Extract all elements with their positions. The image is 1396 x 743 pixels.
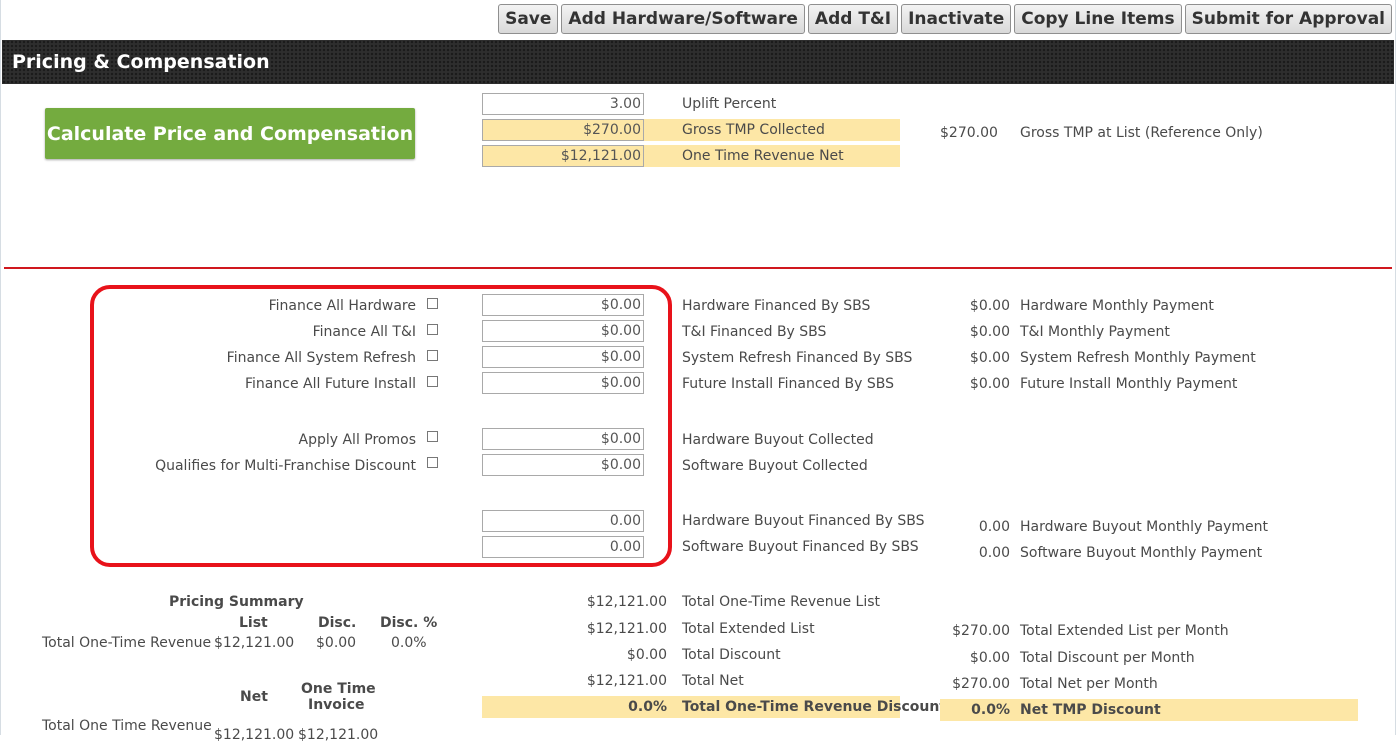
hardware-buyout-collected-input[interactable]: $0.00 [482,428,644,450]
apply-all-promos-label: Apply All Promos [298,432,417,448]
net-tmp-discount-label: Net TMP Discount [1020,702,1161,718]
software-buyout-collected-input[interactable]: $0.00 [482,454,644,476]
total-extended-list-label: Total Extended List [682,621,815,637]
uplift-percent-label: Uplift Percent [682,96,777,112]
summary-row-disc-pct: 0.0% [391,635,427,651]
finance-all-ti-label: Finance All T&I [312,324,416,340]
net-tmp-discount-value: 0.0% [971,702,1010,718]
refresh-monthly-label: System Refresh Monthly Payment [1020,350,1256,366]
ti-financed-input[interactable]: $0.00 [482,320,644,342]
summary-col-disc-pct: Disc. % [380,615,438,631]
finance-all-ti-checkbox[interactable] [427,324,438,335]
gross-tmp-collected-input[interactable]: $270.00 [482,119,644,141]
summary-row2-invoice: $12,121.00 [298,727,379,743]
apply-all-promos-checkbox[interactable] [427,431,438,442]
section-header: Pricing & Compensation [2,40,1394,84]
summary-row-disc: $0.00 [316,635,357,651]
add-hardware-software-button[interactable]: Add Hardware/Software [561,4,805,34]
hardware-financed-label: Hardware Financed By SBS [682,298,871,314]
summary-row2-label: Total One Time Revenue [42,718,212,734]
total-discount-label: Total Discount [682,647,781,663]
hardware-buyout-monthly-value: 0.00 [978,519,1010,535]
calculate-price-button[interactable]: Calculate Price and Compensation [45,108,415,159]
future-financed-input[interactable]: $0.00 [482,372,644,394]
finance-all-future-label: Finance All Future Install [245,376,416,392]
summary-col-disc: Disc. [318,615,357,631]
software-buyout-monthly-value: 0.00 [978,545,1010,561]
hardware-financed-input[interactable]: $0.00 [482,294,644,316]
submit-for-approval-button[interactable]: Submit for Approval [1184,4,1392,34]
inactivate-button[interactable]: Inactivate [901,4,1012,34]
total-extended-list-value: $12,121.00 [586,621,667,637]
multi-franchise-label: Qualifies for Multi-Franchise Discount [155,458,416,474]
gross-tmp-list-value: $270.00 [940,125,998,141]
hardware-buyout-financed-input[interactable]: 0.00 [482,510,644,532]
total-disc-month-label: Total Discount per Month [1020,650,1195,666]
summary-row2-net: $12,121.00 [214,727,295,743]
finance-all-refresh-label: Finance All System Refresh [226,350,416,366]
hardware-buyout-collected-label: Hardware Buyout Collected [682,432,874,448]
one-time-revenue-net-label: One Time Revenue Net [682,148,844,164]
toolbar: Save Add Hardware/Software Add T&I Inact… [498,4,1392,36]
copy-line-items-button[interactable]: Copy Line Items [1014,4,1182,34]
total-net-month-label: Total Net per Month [1020,676,1158,692]
total-otr-discount-value: 0.0% [628,699,667,715]
total-otr-discount-label: Total One-Time Revenue Discount [682,699,947,715]
total-net-label: Total Net [682,673,744,689]
finance-all-refresh-checkbox[interactable] [427,350,438,361]
software-buyout-collected-label: Software Buyout Collected [682,458,868,474]
ti-monthly-label: T&I Monthly Payment [1020,324,1170,340]
section-divider [4,267,1392,269]
ti-financed-label: T&I Financed By SBS [682,324,827,340]
finance-all-future-checkbox[interactable] [427,376,438,387]
total-discount-value: $0.00 [626,647,667,663]
total-disc-month-value: $0.00 [969,650,1010,666]
ti-monthly-value: $0.00 [969,324,1010,340]
hardware-buyout-financed-label: Hardware Buyout Financed By SBS [682,513,925,529]
summary-col-list: List [239,615,268,631]
one-time-revenue-net-input[interactable]: $12,121.00 [482,145,644,167]
save-button[interactable]: Save [498,4,559,34]
finance-all-hardware-label: Finance All Hardware [268,298,416,314]
frame-left-border [0,0,1,735]
add-ti-button[interactable]: Add T&I [807,4,899,34]
summary-col-net: Net [240,689,268,705]
software-buyout-financed-input[interactable]: 0.00 [482,536,644,558]
summary-col-invoice-line2: Invoice [308,697,365,713]
software-buyout-financed-label: Software Buyout Financed By SBS [682,539,919,555]
gross-tmp-collected-label: Gross TMP Collected [682,122,825,138]
total-net-month-value: $270.00 [952,676,1010,692]
total-otr-list-value: $12,121.00 [586,594,667,610]
refresh-financed-label: System Refresh Financed By SBS [682,350,913,366]
refresh-monthly-value: $0.00 [969,350,1010,366]
summary-row-label: Total One-Time Revenue [42,635,212,651]
total-net-value: $12,121.00 [586,673,667,689]
gross-tmp-list-label: Gross TMP at List (Reference Only) [1020,125,1263,141]
finance-all-hardware-checkbox[interactable] [427,298,438,309]
total-ext-month-label: Total Extended List per Month [1020,623,1229,639]
hardware-buyout-monthly-label: Hardware Buyout Monthly Payment [1020,519,1268,535]
refresh-financed-input[interactable]: $0.00 [482,346,644,368]
summary-row-list: $12,121.00 [214,635,295,651]
summary-col-invoice-line1: One Time [301,681,376,697]
multi-franchise-checkbox[interactable] [427,457,438,468]
total-otr-list-label: Total One-Time Revenue List [682,594,881,610]
hardware-monthly-value: $0.00 [969,298,1010,314]
future-monthly-value: $0.00 [969,376,1010,392]
future-financed-label: Future Install Financed By SBS [682,376,894,392]
pricing-summary-title: Pricing Summary [169,594,304,610]
total-ext-month-value: $270.00 [952,623,1010,639]
software-buyout-monthly-label: Software Buyout Monthly Payment [1020,545,1263,561]
section-title: Pricing & Compensation [12,51,270,73]
hardware-monthly-label: Hardware Monthly Payment [1020,298,1214,314]
future-monthly-label: Future Install Monthly Payment [1020,376,1238,392]
uplift-percent-input[interactable]: 3.00 [482,93,644,115]
